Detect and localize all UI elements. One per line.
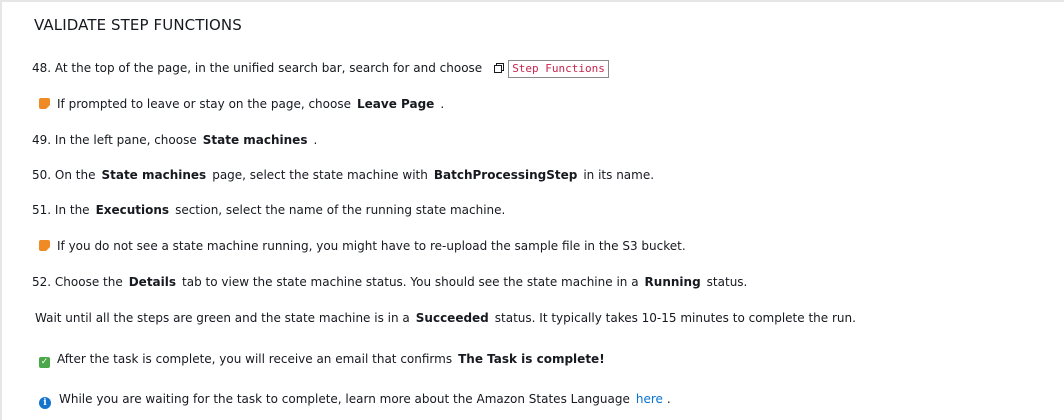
wait-after: status. It typically takes 10-15 minutes… <box>494 311 856 325</box>
batch-processing-step-bold: BatchProcessingStep <box>433 168 578 182</box>
step-functions-code[interactable]: Step Functions <box>508 60 609 78</box>
step-50: 50. On the State machines page, select the… <box>32 167 654 183</box>
running-bold: Running <box>644 275 701 289</box>
step-49-after: . <box>313 133 318 147</box>
check-icon: ✓ <box>39 357 50 368</box>
step-51: 51. In the Executions section, select the … <box>32 202 505 218</box>
info-text: While you are waiting for the task to co… <box>59 392 630 406</box>
wait-paragraph: Wait until all the steps are green and t… <box>35 310 856 326</box>
step-52-mid: tab to view the state machine status. Yo… <box>182 275 639 289</box>
succeeded-bold: Succeeded <box>415 311 489 325</box>
details-bold: Details <box>128 275 177 289</box>
step-49-text: 49. In the left pane, choose <box>32 133 197 147</box>
step-51-text: 51. In the <box>32 203 90 217</box>
step-52-text: 52. Choose the <box>32 275 123 289</box>
executions-bold: Executions <box>95 203 170 217</box>
step-50-mid: page, select the state machine with <box>212 168 428 182</box>
info-note: i While you are waiting for the task to c… <box>39 391 671 409</box>
step-52-after: status. <box>706 275 748 289</box>
step-50-after: in its name. <box>583 168 655 182</box>
state-machines-bold: State machines <box>202 133 308 147</box>
note-leave-page: If prompted to leave or stay on the page… <box>39 96 444 112</box>
note-leave-page-text: If prompted to leave or stay on the page… <box>57 97 351 111</box>
note-icon <box>39 98 50 109</box>
step-49: 49. In the left pane, choose State machin… <box>32 132 317 148</box>
note-reupload: If you do not see a state machine runnin… <box>39 238 686 254</box>
note-reupload-text: If you do not see a state machine runnin… <box>57 239 686 253</box>
note-icon <box>39 240 50 251</box>
note-leave-page-after: . <box>440 97 445 111</box>
success-text: After the task is complete, you will rec… <box>57 352 453 366</box>
step-50-text: 50. On the <box>32 168 96 182</box>
copy-icon[interactable] <box>494 63 505 73</box>
success-note: ✓ After the task is complete, you will re… <box>39 351 611 368</box>
step-48-text: 48. At the top of the page, in the unifi… <box>32 61 483 75</box>
step-51-after: section, select the name of the running … <box>175 203 506 217</box>
step-48: 48. At the top of the page, in the unifi… <box>32 60 609 78</box>
wait-text: Wait until all the steps are green and t… <box>35 311 410 325</box>
step-52: 52. Choose the Details tab to view the sta… <box>32 274 747 290</box>
info-after: . <box>666 392 671 406</box>
info-icon: i <box>39 397 51 409</box>
here-link[interactable]: here <box>636 392 663 406</box>
task-complete-bold: The Task is complete! <box>458 352 605 366</box>
section-heading: VALIDATE STEP FUNCTIONS <box>34 16 242 34</box>
leave-page-bold: Leave Page <box>356 97 435 111</box>
state-machines-page-bold: State machines <box>101 168 207 182</box>
